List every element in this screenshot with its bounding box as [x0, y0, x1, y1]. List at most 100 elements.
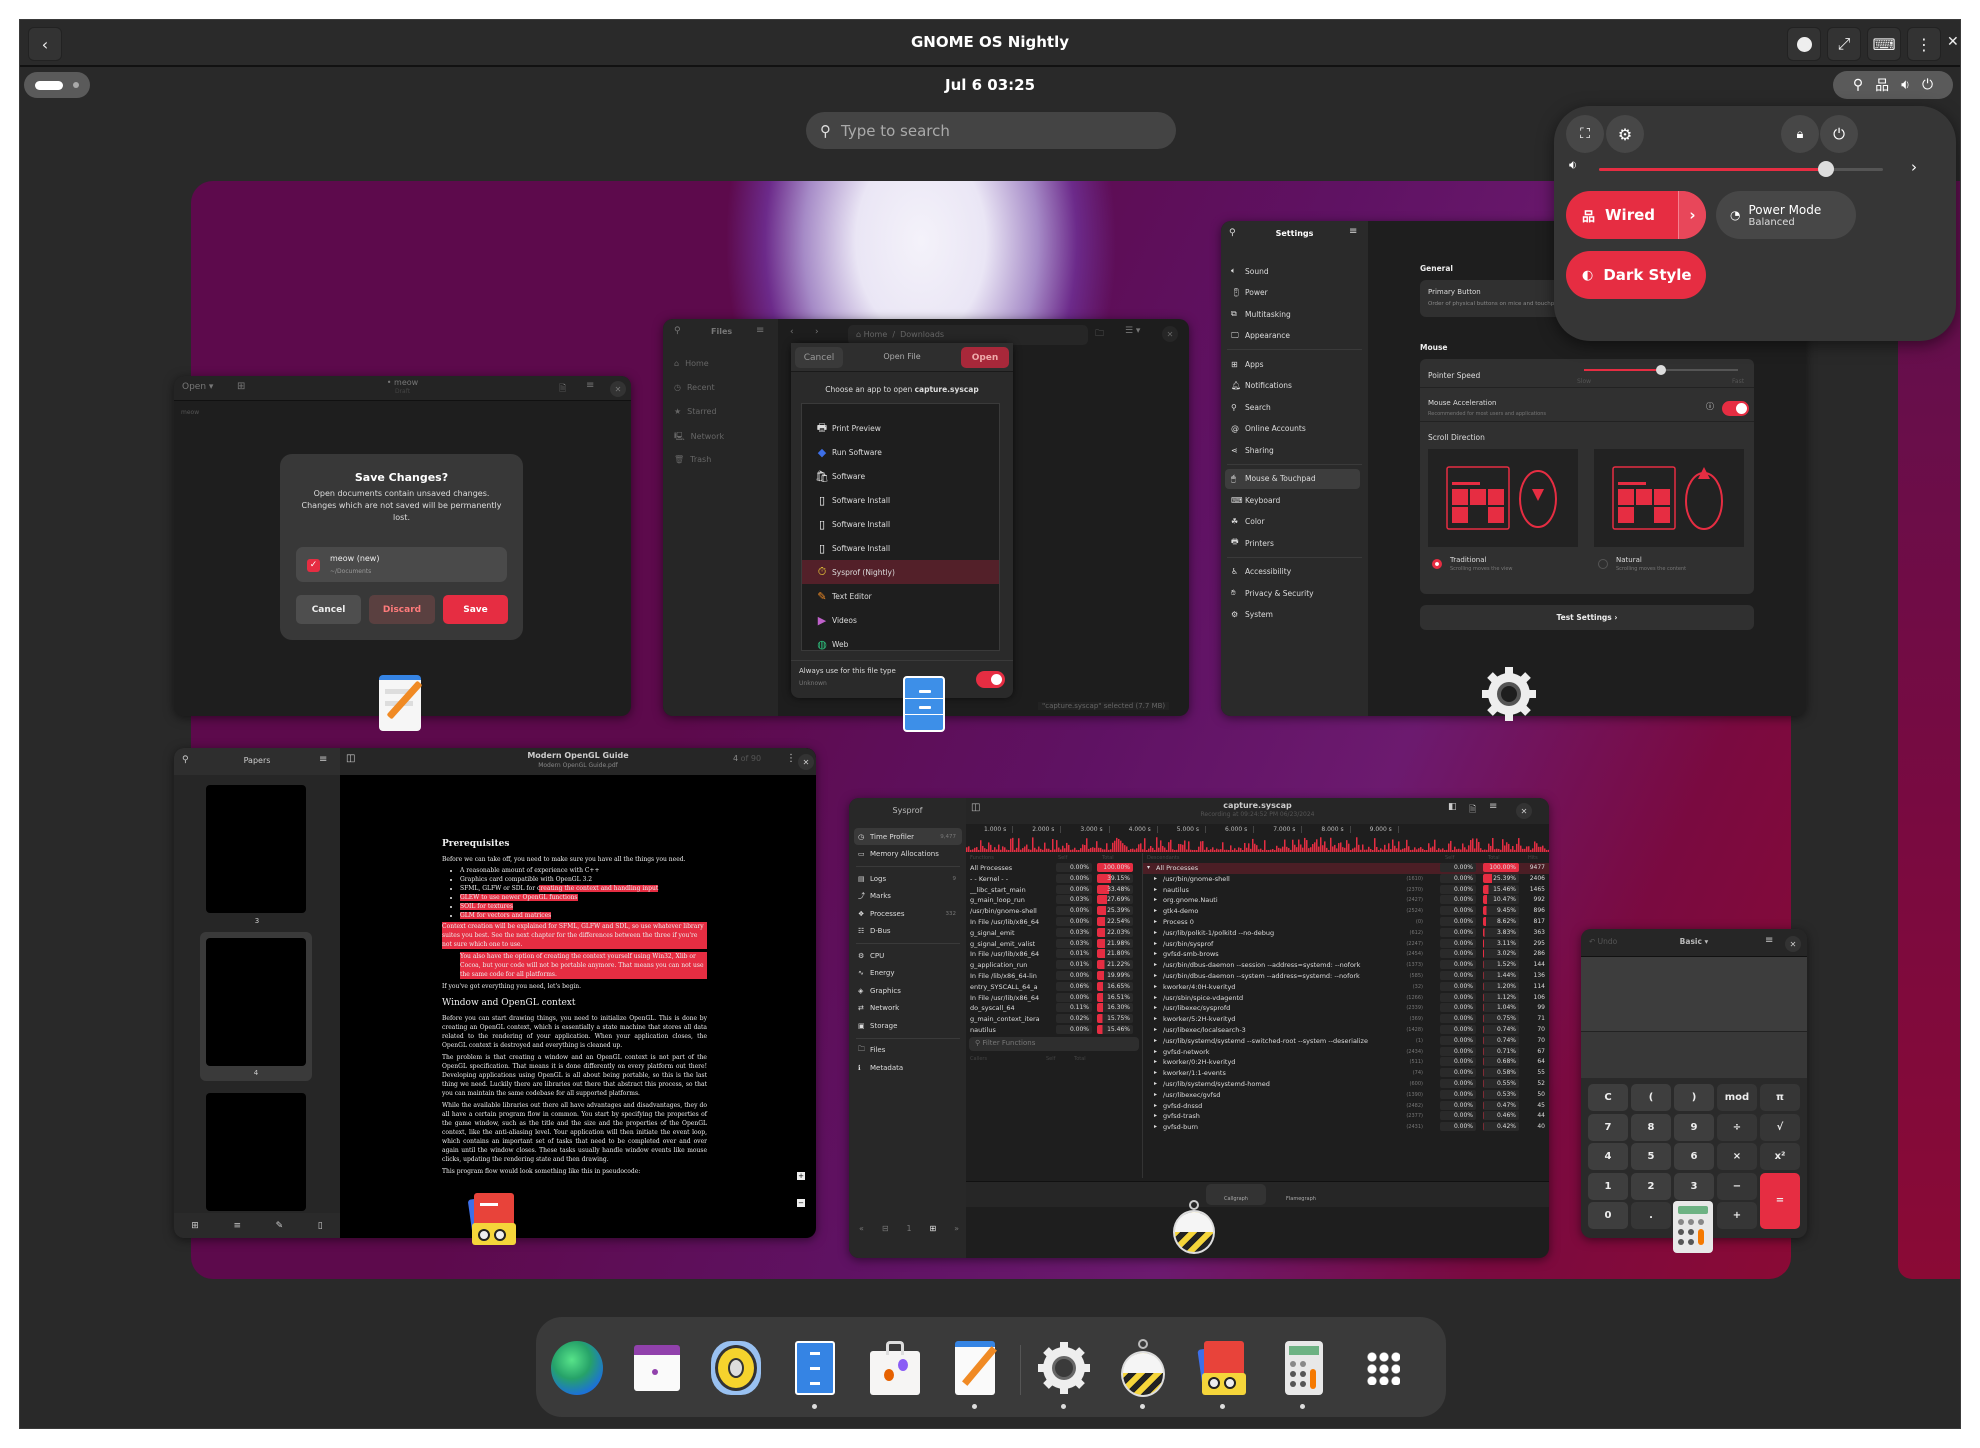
sysprof-window[interactable]: Sysprof ◷ Time Profiler 9,477 ▭ Memory Alloc…	[849, 798, 1549, 1258]
page-thumbnail[interactable]	[206, 1093, 306, 1211]
sidebar-item-online-accounts[interactable]: @ Online Accounts	[1225, 419, 1360, 439]
app-list-item[interactable]: ▯ Software Install	[802, 536, 999, 560]
editor-content[interactable]: meow	[181, 409, 199, 416]
wired-toggle[interactable]: 品 Wired ›	[1566, 191, 1706, 239]
close-icon[interactable]: ✕	[798, 754, 814, 770]
calc-key[interactable]: )	[1674, 1084, 1714, 1111]
settings-button[interactable]: ⚙	[1606, 115, 1644, 153]
record-button[interactable]	[1787, 27, 1821, 61]
menu-button[interactable]: ⋮	[1907, 27, 1941, 61]
calc-key[interactable]: =	[1760, 1172, 1800, 1229]
save-button[interactable]: Save	[443, 595, 508, 624]
sidebar-item-storage[interactable]: ▣ Storage	[854, 1017, 962, 1034]
collapsed-arrow-icon[interactable]: ▸	[1154, 1026, 1157, 1033]
calc-key[interactable]: √	[1760, 1113, 1800, 1141]
lock-button[interactable]: 🔒︎	[1781, 115, 1819, 153]
app-list-item[interactable]: 🛍︎ Software	[802, 464, 999, 488]
calculator-window[interactable]: ↶ Undo Basic ▾ ≡ ✕ C () mod π 7 8 9 ÷ √ 4 5 6 × x² 1 2 3…	[1581, 929, 1807, 1238]
descendant-row[interactable]: ▸ kworker/0:2H-kverityd (511) 0.00% 0.68% 64	[1143, 1057, 1549, 1068]
dock-item-papers[interactable]	[1194, 1339, 1252, 1409]
forward-icon[interactable]: ›	[815, 327, 819, 337]
calc-key[interactable]: 0	[1588, 1202, 1628, 1229]
annotations-icon[interactable]: ✎	[276, 1221, 284, 1231]
traditional-radio[interactable]	[1432, 559, 1442, 569]
function-row[interactable]: do_syscall_64 0.11% 16.30%	[966, 1003, 1142, 1014]
collapsed-arrow-icon[interactable]: ▸	[1154, 907, 1157, 914]
descendant-row[interactable]: ▸ /usr/bin/sysprof (2247) 0.00% 3.11% 295	[1143, 938, 1549, 950]
function-row[interactable]: __libc_start_main 0.00% 33.48%	[966, 884, 1142, 896]
sidebar-item-system[interactable]: ⚙ System	[1225, 605, 1360, 625]
sidebar-item-energy[interactable]: ∿ Energy	[854, 965, 962, 982]
app-list-item[interactable]: ◆ Run Software	[802, 440, 999, 464]
fullscreen-button[interactable]: ⤢	[1827, 27, 1861, 61]
traditional-illustration[interactable]	[1428, 449, 1578, 547]
papers-window[interactable]: ⚲ Papers ≡ 3 4 ⊞ ≡ ✎ ▯ ◫ Modern OpenGL Guid…	[174, 748, 816, 1238]
sidebar-item-files[interactable]: 🗀 Files	[854, 1042, 962, 1059]
calc-key[interactable]: 8	[1631, 1113, 1671, 1141]
sidebar-item-network[interactable]: ⇄ Network	[854, 1000, 962, 1017]
calc-key[interactable]: .	[1631, 1202, 1671, 1229]
collapsed-arrow-icon[interactable]: ▸	[1154, 875, 1157, 882]
power-button[interactable]: ⏻	[1820, 115, 1858, 153]
natural-radio[interactable]	[1598, 559, 1608, 569]
function-row[interactable]: g_main_loop_run 0.03% 27.69%	[966, 895, 1142, 906]
app-list-item[interactable]: ⏱︎ Sysprof (Nightly)	[802, 560, 999, 584]
descendant-row[interactable]: ▸ kworker/5:2H-kverityd (369) 0.00% 0.75% 71	[1143, 1014, 1549, 1025]
hamburger-menu-icon[interactable]: ≡	[1765, 935, 1773, 946]
breadcrumb-downloads[interactable]: Downloads	[900, 330, 944, 339]
sidebar-item-trash[interactable]: 🗑︎ Trash	[674, 455, 711, 464]
zoom-out-button[interactable]: −	[797, 1199, 805, 1207]
collapsed-arrow-icon[interactable]: ▸	[1154, 929, 1157, 936]
cpu-sample-graph[interactable]	[966, 837, 1549, 852]
sidebar-item-network[interactable]: 🖳︎ Network	[674, 431, 724, 445]
zoom-out-far-icon[interactable]: «	[859, 1224, 864, 1233]
sidebar-item-home[interactable]: ⌂ Home	[674, 359, 709, 368]
app-list-item[interactable]: ▶ Videos	[802, 608, 999, 632]
function-row[interactable]: In File /lib/x86_64-lin 0.00% 19.99%	[966, 971, 1142, 982]
file-row[interactable]: ✓ meow (new) ~/Documents	[296, 547, 507, 582]
page-entry[interactable]: 4 of 90	[733, 754, 761, 763]
calc-key[interactable]: x²	[1760, 1143, 1800, 1170]
descendant-row[interactable]: ▸ gvfsd-network (2434) 0.00% 0.71% 67	[1143, 1046, 1549, 1058]
close-icon[interactable]: ✕	[1785, 936, 1801, 952]
descendant-row[interactable]: ▸ nautilus (2370) 0.00% 15.46% 1465	[1143, 884, 1549, 896]
hamburger-menu-icon[interactable]: ≡	[756, 325, 764, 336]
sidebar-item-privacy-security[interactable]: ✋︎ Privacy & Security	[1225, 583, 1360, 603]
search-folder-icon[interactable]: 🗀	[1095, 326, 1104, 342]
app-list-item[interactable]: ▯ Software Install	[802, 488, 999, 512]
tab-flamegraph[interactable]: Flamegraph	[1271, 1184, 1331, 1205]
function-row[interactable]: nautilus 0.00% 15.46%	[966, 1025, 1142, 1036]
function-row[interactable]: - - Kernel - - 0.00% 39.15%	[966, 873, 1142, 885]
calc-key[interactable]: 1	[1588, 1172, 1628, 1200]
zoom-in-button[interactable]: +	[797, 1172, 805, 1180]
accel-switch[interactable]	[1722, 401, 1749, 416]
audio-output-chevron-icon[interactable]: ›	[1911, 158, 1917, 176]
sidebar-item-printers[interactable]: 🖶︎ Printers	[1225, 533, 1360, 553]
descendant-row[interactable]: ▸ org.gnome.Nauti (2427) 0.00% 10.47% 992	[1143, 895, 1549, 906]
function-row[interactable]: g_signal_emit 0.03% 22.03%	[966, 927, 1142, 939]
sidebar-item-search[interactable]: ⚲ Search	[1225, 397, 1360, 417]
calc-key[interactable]: ×	[1717, 1143, 1757, 1170]
calc-key[interactable]: mod	[1717, 1084, 1757, 1111]
calc-key[interactable]: 9	[1674, 1113, 1714, 1141]
text-editor-window[interactable]: Open ▾ ⊞ • meow Draft 🗎︎ ≡ ✕ meow Save C…	[174, 376, 631, 716]
volume-slider[interactable]	[1599, 161, 1883, 177]
descendant-row[interactable]: ▸ gvfsd-trash (2377) 0.00% 0.46% 44	[1143, 1111, 1549, 1122]
close-icon[interactable]: ✕	[610, 381, 626, 397]
dock-item-text-editor[interactable]	[946, 1339, 1004, 1409]
calc-key[interactable]: ÷	[1717, 1113, 1757, 1141]
breadcrumb-home[interactable]: Home	[864, 330, 888, 339]
sidebar-item-cpu[interactable]: ⚙ CPU	[854, 947, 962, 964]
files-window[interactable]: ⚲ Files ≡ ⌂ Home ◷ Recent ★ Starred 🖳︎ Network 🗑…	[663, 319, 1189, 716]
function-row[interactable]: entry_SYSCALL_64_a 0.06% 16.65%	[966, 981, 1142, 993]
descendant-row[interactable]: ▸ /usr/lib/systemd/systemd-homed (600) 0.00…	[1143, 1079, 1549, 1090]
hamburger-menu-icon[interactable]: ≡	[1349, 226, 1357, 237]
descendant-row[interactable]: ▸ /usr/bin/dbus-daemon --session --addres…	[1143, 960, 1549, 971]
function-row[interactable]: In File /usr/lib/x86_64 0.01% 21.80%	[966, 949, 1142, 960]
descendant-row[interactable]: ▸ /usr/bin/dbus-daemon --system --address…	[1143, 971, 1549, 982]
slider-handle[interactable]	[1656, 365, 1666, 375]
save-icon[interactable]: 🗎︎	[559, 381, 566, 397]
collapsed-arrow-icon[interactable]: ▸	[1154, 1004, 1157, 1011]
collapsed-arrow-icon[interactable]: ▸	[1154, 896, 1157, 903]
app-list-item[interactable]: ◍ Web	[802, 632, 999, 651]
